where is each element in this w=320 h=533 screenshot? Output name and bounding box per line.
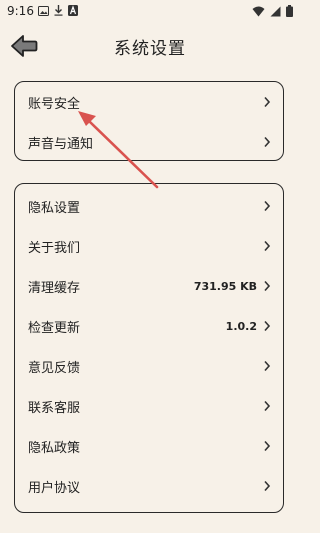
battery-icon: [286, 5, 293, 17]
settings-item-privacy-policy[interactable]: 隐私政策: [15, 426, 283, 466]
chevron-right-icon: [264, 200, 271, 212]
settings-item-about-us[interactable]: 关于我们: [15, 226, 283, 266]
settings-item-sound-notification[interactable]: 声音与通知: [15, 122, 283, 162]
chevron-right-icon: [264, 240, 271, 252]
settings-item-label: 检查更新: [28, 320, 81, 336]
settings-item-contact-support[interactable]: 联系客服: [15, 386, 283, 426]
chevron-right-icon: [264, 360, 271, 372]
image-icon: [38, 5, 49, 16]
status-system-icons: [252, 5, 293, 17]
settings-group-general: 隐私设置 关于我们 清理缓存 731.95 KB 检查更新 1.0.2 意见反馈…: [14, 183, 284, 513]
page-header: 系统设置: [0, 28, 300, 64]
chevron-right-icon: [264, 136, 271, 148]
chevron-right-icon: [264, 400, 271, 412]
download-icon: [54, 5, 63, 16]
chevron-right-icon: [264, 96, 271, 108]
chevron-right-icon: [264, 440, 271, 452]
settings-group-account: 账号安全 声音与通知: [14, 81, 284, 161]
settings-item-label: 清理缓存: [28, 280, 81, 296]
a-icon: [68, 5, 78, 16]
version-value: 1.0.2: [225, 319, 257, 333]
settings-item-label: 隐私设置: [28, 200, 81, 216]
settings-item-label: 隐私政策: [28, 440, 81, 456]
status-bar: 9:16: [0, 0, 300, 22]
settings-item-user-agreement[interactable]: 用户协议: [15, 466, 283, 506]
signal-icon: [270, 6, 281, 16]
chevron-right-icon: [264, 280, 271, 292]
settings-item-label: 联系客服: [28, 400, 81, 416]
settings-item-account-security[interactable]: 账号安全: [15, 82, 283, 122]
settings-item-check-update[interactable]: 检查更新 1.0.2: [15, 306, 283, 346]
settings-item-label: 声音与通知: [28, 136, 94, 152]
settings-item-label: 用户协议: [28, 480, 81, 496]
chevron-right-icon: [264, 320, 271, 332]
settings-item-label: 意见反馈: [28, 360, 81, 376]
wifi-icon: [252, 6, 265, 16]
settings-item-clear-cache[interactable]: 清理缓存 731.95 KB: [15, 266, 283, 306]
chevron-right-icon: [264, 480, 271, 492]
cache-size-value: 731.95 KB: [193, 279, 257, 293]
settings-item-label: 账号安全: [28, 96, 81, 112]
settings-item-privacy-settings[interactable]: 隐私设置: [15, 186, 283, 226]
status-notification-icons: [38, 5, 78, 16]
settings-item-feedback[interactable]: 意见反馈: [15, 346, 283, 386]
page-title: 系统设置: [114, 39, 186, 59]
settings-item-label: 关于我们: [28, 240, 81, 256]
status-time: 9:16: [7, 4, 34, 18]
